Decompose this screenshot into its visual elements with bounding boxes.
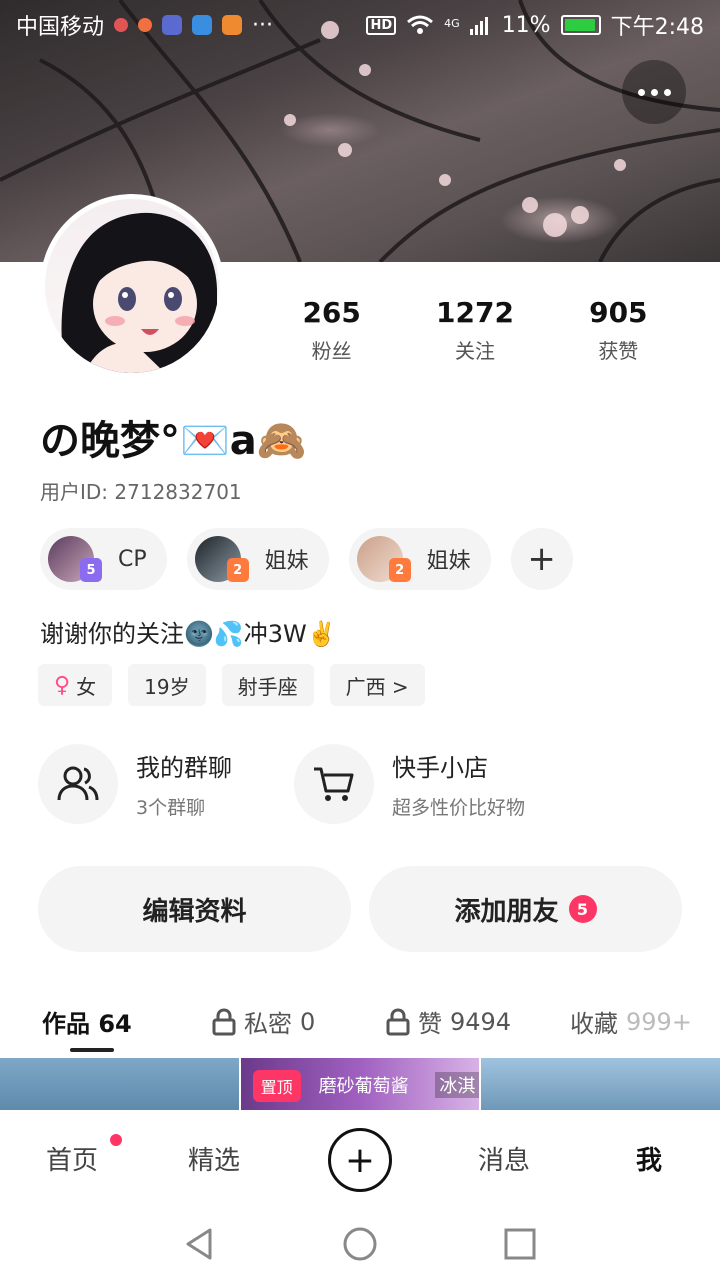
button-label: 编辑资料 [142,896,247,927]
tab-label: 作品 64 [42,1010,132,1038]
stat-value: 265 [302,296,361,329]
pinned-badge: 置顶 [252,1070,301,1102]
relation-level-badge: 2 [388,558,411,582]
works-grid: 置顶 磨砂葡萄酱 冰淇 [0,1058,720,1110]
user-id[interactable]: 用户ID: 2712832701 [40,476,242,505]
nav-me[interactable]: 我 [636,1140,662,1177]
group-icon [38,744,118,824]
tab-count: 999+ [626,1007,692,1036]
tab-favorites[interactable]: 收藏 999+ [570,1004,692,1039]
more-options-button[interactable] [622,60,686,124]
tab-label: 私密 [244,1010,292,1038]
status-bar: 中国移动 ··· HD 4G 11% 下午2:48 [0,0,720,50]
stat-label: 获赞 [598,339,639,363]
tab-count: 9494 [450,1007,512,1036]
tab-private[interactable]: 私密 0 [212,1004,315,1039]
system-navigation-bar [0,1210,720,1280]
profile-name: の晚梦°💌a🙈 [40,418,307,464]
feature-title: 我的群聊 [136,754,232,782]
add-relation-button[interactable]: + [510,528,573,590]
bottom-navigation: 首页 精选 + 消息 我 [0,1110,720,1210]
signal-icon [469,17,488,35]
stat-likes[interactable]: 905 获赞 [547,296,690,364]
feature-title: 快手小店 [392,754,488,782]
notification-app-icon [138,18,153,32]
profile-stats: 265 粉丝 1272 关注 905 获赞 [260,296,690,364]
relation-label: CP [118,546,147,572]
stat-label: 关注 [454,339,495,363]
lock-icon [386,1007,410,1035]
relation-chip-sister[interactable]: 2 姐妹 [348,528,491,590]
tab-label: 收藏 [570,1010,618,1038]
tab-works[interactable]: 作品 64 [42,1004,132,1052]
recents-icon[interactable] [502,1226,538,1262]
tab-count: 0 [300,1007,316,1036]
profile-tags: ♀ 女 19岁 射手座 广西 > [38,664,425,706]
tab-label: 赞 [418,1010,442,1038]
stat-label: 粉丝 [311,339,352,363]
add-friend-button[interactable]: 添加朋友 5 [369,866,682,952]
network-type: 4G [444,17,460,30]
nav-home[interactable]: 首页 [46,1140,98,1177]
feature-subtitle: 3个群聊 [136,797,206,819]
stat-followers[interactable]: 265 粉丝 [260,296,403,364]
stat-value: 1272 [436,296,514,329]
home-icon[interactable] [342,1226,378,1262]
relation-chip-cp[interactable]: 5 CP [40,528,167,590]
avatar-illustration [61,212,218,373]
gender-tag: ♀ 女 [38,664,113,706]
region-tag[interactable]: 广西 > [329,664,425,706]
female-icon: ♀ [54,672,71,698]
create-button[interactable]: + [328,1128,392,1192]
shop-entry[interactable]: 快手小店 超多性价比好物 [294,744,688,824]
battery-percent: 11% [501,12,551,38]
avatar[interactable] [40,194,224,378]
carrier-label: 中国移动 [16,15,105,40]
nav-featured[interactable]: 精选 [188,1140,240,1177]
relation-chip-sister[interactable]: 2 姐妹 [186,528,329,590]
relation-level-badge: 5 [80,558,102,582]
work-thumbnail[interactable]: 置顶 磨砂葡萄酱 冰淇 [240,1058,480,1110]
cart-icon [294,744,374,824]
music-app-icon [162,15,183,35]
work-thumbnail[interactable] [481,1058,720,1110]
active-tab-indicator [70,1048,114,1052]
button-label: 添加朋友 [454,896,559,927]
thumbnail-title: 冰淇 [435,1072,480,1098]
notification-dot [110,1134,122,1146]
back-icon[interactable] [182,1226,218,1262]
hd-icon: HD [366,15,397,35]
lock-icon [212,1007,236,1035]
notification-app-icon [114,18,129,32]
stat-following[interactable]: 1272 关注 [403,296,546,364]
age-tag: 19岁 [128,664,206,706]
relation-level-badge: 2 [226,558,249,582]
wifi-icon [407,15,434,34]
feature-entries: 我的群聊 3个群聊 快手小店 超多性价比好物 [38,744,688,824]
work-thumbnail[interactable] [0,1058,239,1110]
profile-bio: 谢谢你的关注🌚💦冲3W✌️ [40,620,337,648]
thumbnail-title: 磨砂葡萄酱 [318,1076,409,1097]
feature-subtitle: 超多性价比好物 [392,797,526,819]
battery-icon [560,15,601,35]
relation-label: 姐妹 [264,549,309,574]
profile-actions: 编辑资料 添加朋友 5 [38,866,682,952]
edit-profile-button[interactable]: 编辑资料 [38,866,351,952]
video-app-icon [222,15,243,35]
relations-row: 5 CP 2 姐妹 2 姐妹 + [40,528,573,590]
nav-messages[interactable]: 消息 [478,1140,530,1177]
gender-label: 女 [76,674,97,699]
tab-likes[interactable]: 赞 9494 [386,1004,511,1039]
plus-icon: + [344,1139,376,1181]
clock: 下午2:48 [610,15,704,40]
browser-app-icon [192,15,213,35]
plus-icon: + [527,539,556,579]
content-tabs: 作品 64 私密 0 赞 9494 收藏 999+ [0,996,720,1054]
add-friend-badge: 5 [568,895,597,923]
more-notifications-icon: ··· [252,12,273,38]
stat-value: 905 [589,296,648,329]
zodiac-tag: 射手座 [221,664,314,706]
group-chat-entry[interactable]: 我的群聊 3个群聊 [38,744,294,824]
relation-label: 姐妹 [426,549,471,574]
